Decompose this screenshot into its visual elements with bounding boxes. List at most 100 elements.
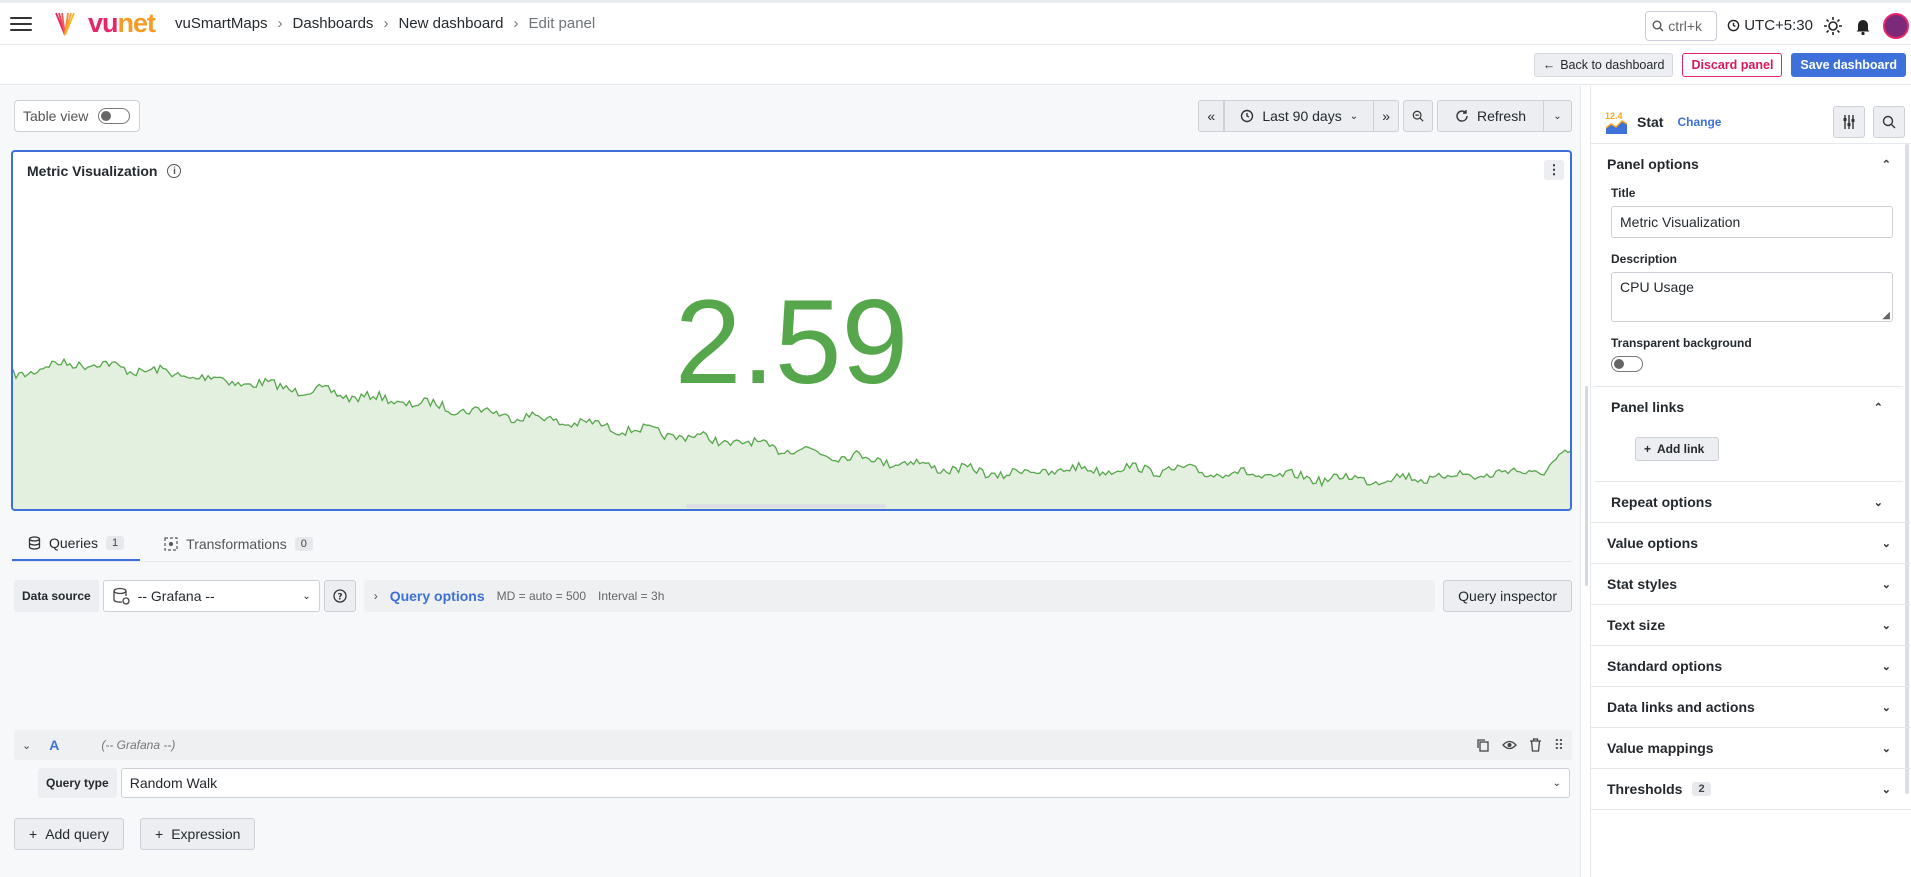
- trash-icon[interactable]: [1529, 738, 1542, 752]
- add-query-label: Add query: [45, 826, 110, 842]
- search-input[interactable]: ctrl+k: [1645, 10, 1718, 41]
- standard-options-header[interactable]: Standard options ⌄: [1591, 646, 1911, 686]
- back-to-dashboard-button[interactable]: ← Back to dashboard: [1533, 52, 1674, 77]
- add-query-button[interactable]: + Add query: [14, 818, 125, 850]
- help-button[interactable]: ?: [323, 580, 356, 612]
- resize-handle-icon[interactable]: ◢: [1882, 310, 1890, 321]
- query-tabs: Queries 1 Transformations 0: [12, 526, 1572, 562]
- chevron-down-icon: ⌄: [302, 590, 311, 602]
- chevron-down-icon: ⌄: [1881, 701, 1891, 714]
- chevron-down-icon: ⌄: [1881, 619, 1891, 632]
- sun-icon[interactable]: [1823, 16, 1843, 36]
- logo[interactable]: vunet: [54, 10, 156, 37]
- avatar[interactable]: [1883, 12, 1909, 39]
- change-viz-link[interactable]: Change: [1677, 115, 1721, 129]
- eye-icon[interactable]: [1501, 738, 1517, 752]
- section-label: Standard options: [1607, 658, 1723, 674]
- tab-transformations[interactable]: Transformations 0: [148, 526, 329, 561]
- query-options-label[interactable]: Query options: [390, 588, 485, 604]
- pane-splitter[interactable]: [1580, 86, 1590, 877]
- chevron-down-icon: ⌄: [1552, 777, 1561, 789]
- options-filter-button[interactable]: [1833, 106, 1865, 138]
- query-type-row: Query type Random Walk ⌄: [38, 768, 1570, 798]
- refresh-interval-dropdown[interactable]: ⌄: [1544, 100, 1572, 132]
- save-dashboard-button[interactable]: Save dashboard: [1791, 52, 1906, 77]
- options-search-button[interactable]: [1873, 106, 1905, 138]
- time-range-label: Last 90 days: [1262, 108, 1342, 124]
- breadcrumb-item[interactable]: vuSmartMaps: [175, 15, 268, 32]
- add-link-label: Add link: [1657, 442, 1705, 456]
- action-bar: ← Back to dashboard Discard panel Save d…: [0, 45, 1911, 85]
- time-forward-button[interactable]: »: [1374, 100, 1399, 132]
- query-datasource-name: (-- Grafana --): [101, 738, 176, 752]
- add-expression-button[interactable]: + Expression: [140, 818, 256, 850]
- add-link-button[interactable]: + Add link: [1635, 437, 1719, 461]
- chevron-down-icon: ⌄: [1553, 110, 1562, 122]
- thresholds-header[interactable]: Thresholds 2 ⌄: [1591, 769, 1911, 809]
- chevron-right-icon: ›: [277, 15, 283, 32]
- max-data-points: MD = auto = 500: [496, 589, 586, 603]
- chevron-down-icon: ⌄: [1881, 742, 1891, 755]
- section-label: Text size: [1607, 617, 1666, 633]
- panel-editor-main: Table view « Last 90 days ⌄ » Refresh ⌄ …: [0, 86, 1580, 877]
- query-inspector-button[interactable]: Query inspector: [1443, 580, 1572, 612]
- stat-value: 2.59: [674, 275, 909, 409]
- plus-icon: +: [29, 826, 38, 842]
- data-source-value: -- Grafana --: [137, 588, 215, 604]
- discard-panel-button[interactable]: Discard panel: [1682, 52, 1783, 77]
- value-options-header[interactable]: Value options ⌄: [1591, 523, 1911, 563]
- drag-handle-icon[interactable]: ⠿: [1554, 737, 1564, 754]
- query-options-bar[interactable]: › Query options MD = auto = 500 Interval…: [363, 580, 1436, 612]
- description-textarea[interactable]: CPU Usage ◢: [1611, 272, 1893, 322]
- duplicate-icon[interactable]: [1476, 738, 1490, 752]
- more-vertical-icon: ⋮: [1547, 162, 1561, 177]
- horizontal-scrollbar[interactable]: [686, 504, 886, 508]
- menu-icon[interactable]: [10, 13, 32, 35]
- stat-viz-icon: 12.4: [1605, 110, 1628, 134]
- breadcrumb-item[interactable]: Dashboards: [293, 15, 374, 32]
- tab-transformations-label: Transformations: [186, 535, 287, 552]
- stat-panel[interactable]: Metric Visualization i ⋮ 2.59: [11, 150, 1572, 511]
- chevron-down-icon: ⌄: [1881, 537, 1891, 550]
- title-input[interactable]: Metric Visualization: [1611, 206, 1893, 238]
- collapse-chevron-icon[interactable]: ⌄: [22, 739, 31, 752]
- transparent-background-switch[interactable]: [1611, 356, 1643, 372]
- top-bar: vunet vuSmartMaps › Dashboards › New das…: [0, 0, 1911, 45]
- refresh-button[interactable]: Refresh: [1437, 100, 1544, 132]
- chevron-down-icon: ⌄: [1881, 783, 1891, 796]
- clock-icon: [1241, 109, 1254, 123]
- table-view-toggle[interactable]: Table view: [14, 100, 140, 132]
- query-type-value: Random Walk: [129, 775, 218, 791]
- table-view-switch[interactable]: [98, 108, 131, 124]
- breadcrumb-item[interactable]: New dashboard: [398, 15, 503, 32]
- panel-options-header[interactable]: Panel options ⌃: [1591, 144, 1911, 184]
- viz-icon-number: 12.4: [1605, 111, 1623, 121]
- bell-icon[interactable]: [1853, 16, 1873, 36]
- data-links-header[interactable]: Data links and actions ⌄: [1591, 687, 1911, 727]
- chevron-right-icon: ›: [373, 589, 378, 603]
- panel-menu-button[interactable]: ⋮: [1544, 160, 1564, 180]
- text-size-header[interactable]: Text size ⌄: [1591, 605, 1911, 645]
- add-query-row: + Add query + Expression: [14, 818, 256, 850]
- time-back-button[interactable]: «: [1198, 100, 1225, 132]
- breadcrumb: vuSmartMaps › Dashboards › New dashboard…: [175, 15, 595, 32]
- value-mappings-section: Value mappings ⌄: [1591, 728, 1911, 769]
- tab-queries[interactable]: Queries 1: [12, 526, 141, 561]
- data-source-select[interactable]: -- Grafana -- ⌄: [102, 580, 320, 612]
- query-bar: Data source -- Grafana -- ⌄ ? › Query op…: [14, 580, 1572, 612]
- query-letter[interactable]: A: [49, 737, 59, 753]
- panel-links-header[interactable]: Panel links ⌃: [1595, 387, 1903, 427]
- value-mappings-header[interactable]: Value mappings ⌄: [1591, 728, 1911, 768]
- query-type-select[interactable]: Random Walk ⌄: [120, 768, 1570, 798]
- time-range-picker[interactable]: Last 90 days ⌄: [1224, 100, 1375, 132]
- timezone-display[interactable]: UTC+5:30: [1727, 17, 1813, 34]
- panel-links-label: Panel links: [1611, 399, 1685, 415]
- stat-styles-header[interactable]: Stat styles ⌄: [1591, 564, 1911, 604]
- query-row-header[interactable]: ⌄ A (-- Grafana --) ⠿: [14, 730, 1572, 760]
- panel-options-section: Panel options ⌃ Title Metric Visualizati…: [1591, 144, 1911, 523]
- tab-queries-count: 1: [106, 535, 125, 550]
- zoom-out-button[interactable]: [1403, 100, 1433, 132]
- repeat-options-header[interactable]: Repeat options ⌄: [1595, 482, 1903, 522]
- info-icon[interactable]: i: [167, 164, 182, 178]
- clock-icon: [1727, 19, 1740, 32]
